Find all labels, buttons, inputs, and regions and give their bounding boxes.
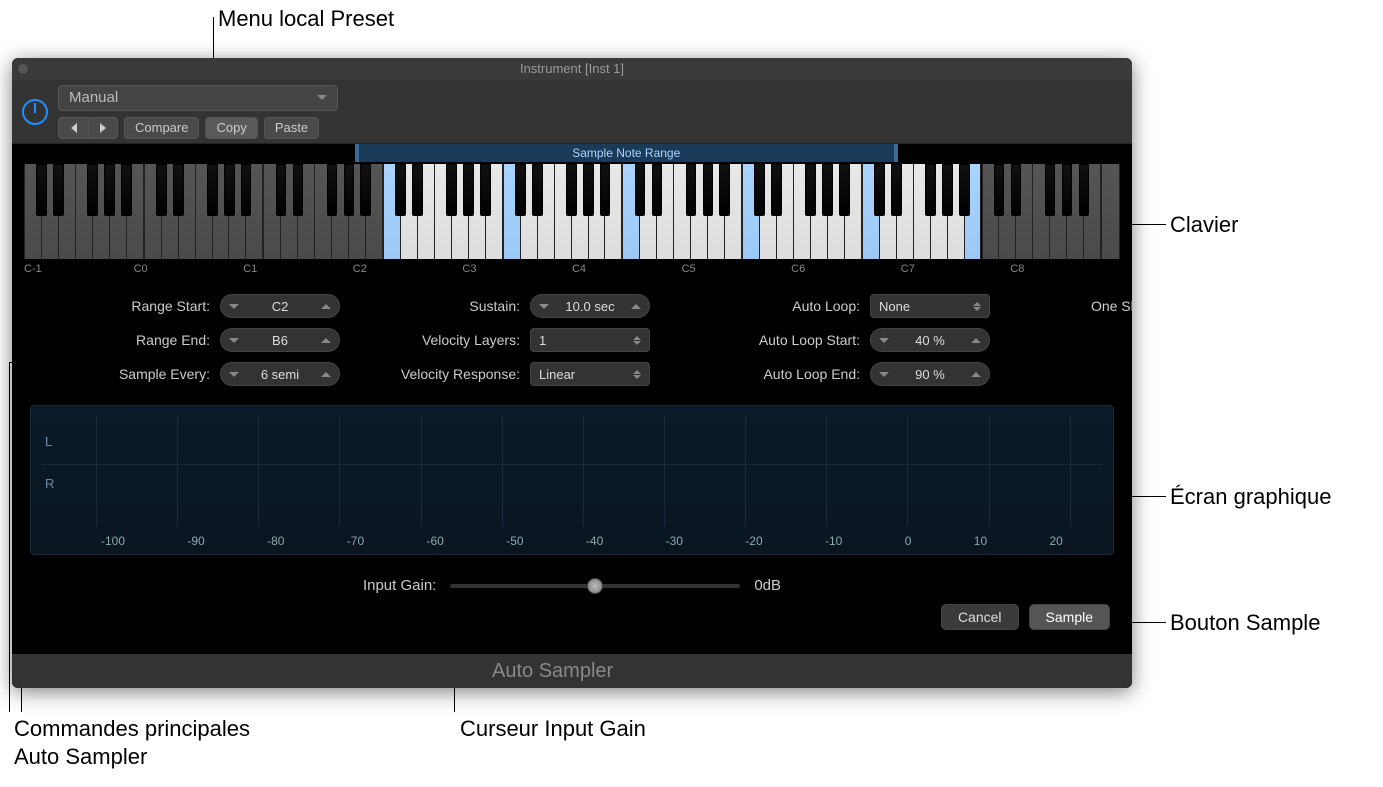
triangle-down-icon [539, 304, 549, 309]
velocity-layers-value: 1 [539, 333, 546, 348]
range-start-stepper[interactable]: C2 [220, 294, 340, 318]
auto-loop-end-value: 90 % [915, 367, 945, 382]
window-title: Instrument [Inst 1] [520, 61, 624, 76]
preset-name: Manual [69, 89, 118, 106]
triangle-left-icon [71, 123, 77, 133]
graphic-display: L R -100-90-80-70-60-50-40-30-20-1001020 [30, 405, 1114, 555]
auto-loop-start-label: Auto Loop Start: [759, 332, 860, 348]
input-gain-value: 0dB [754, 577, 781, 594]
graph-left-label: L [45, 434, 52, 449]
main-controls: Range Start: C2 Sustain: 10.0 sec Auto L… [12, 275, 1132, 397]
range-end-label: Range End: [136, 332, 210, 348]
window-titlebar: Instrument [Inst 1] [12, 58, 1132, 80]
graph-right-label: R [45, 476, 54, 491]
auto-loop-value: None [879, 299, 910, 314]
keyboard[interactable] [24, 164, 1120, 259]
triangle-up-icon [321, 304, 331, 309]
plugin-footer: Auto Sampler [12, 654, 1132, 688]
compare-button[interactable]: Compare [124, 117, 199, 139]
octave-labels: C-1C0C1C2C3C4C5C6C7C8 [24, 263, 1120, 275]
sustain-stepper[interactable]: 10.0 sec [530, 294, 650, 318]
callout-input-gain: Curseur Input Gain [460, 716, 646, 742]
sample-button[interactable]: Sample [1029, 604, 1110, 630]
auto-loop-end-label: Auto Loop End: [763, 366, 860, 382]
plugin-header: Manual Compare Copy Paste [12, 80, 1132, 144]
note-range-active[interactable]: Sample Note Range [355, 144, 898, 162]
callout-keyboard: Clavier [1170, 212, 1238, 238]
note-range-label: Sample Note Range [572, 146, 680, 160]
note-range-bar: Sample Note Range [24, 144, 1120, 162]
graph-midline [41, 464, 1103, 465]
auto-loop-start-stepper[interactable]: 40 % [870, 328, 990, 352]
sustain-label: Sustain: [469, 298, 520, 314]
cancel-button[interactable]: Cancel [941, 604, 1019, 630]
range-start-value: C2 [272, 299, 289, 314]
velocity-response-value: Linear [539, 367, 575, 382]
callout-main-controls-2: Auto Sampler [14, 744, 147, 770]
slider-thumb[interactable] [587, 578, 603, 594]
preset-menu[interactable]: Manual [58, 85, 338, 111]
range-end-value: B6 [272, 333, 288, 348]
input-gain-row: Input Gain: 0dB [12, 563, 1132, 600]
auto-loop-select[interactable]: None [870, 294, 990, 318]
input-gain-label: Input Gain: [363, 577, 436, 594]
callout-sample-button: Bouton Sample [1170, 610, 1320, 636]
velocity-response-label: Velocity Response: [401, 366, 520, 382]
callout-preset-menu: Menu local Preset [218, 6, 394, 32]
plugin-body: Sample Note Range C-1C0C1C2C3C4C5C6C7C8 … [12, 144, 1132, 654]
sample-every-label: Sample Every: [119, 366, 210, 382]
auto-loop-end-stepper[interactable]: 90 % [870, 362, 990, 386]
one-shot-label: One Shot: [1091, 298, 1132, 314]
close-icon[interactable] [18, 64, 28, 74]
paste-button[interactable]: Paste [264, 117, 319, 139]
auto-loop-label: Auto Loop: [792, 298, 860, 314]
range-end-stepper[interactable]: B6 [220, 328, 340, 352]
sample-every-value: 6 semi [261, 367, 299, 382]
velocity-layers-label: Velocity Layers: [422, 332, 520, 348]
footer-title: Auto Sampler [492, 660, 613, 683]
action-row: Cancel Sample [12, 600, 1132, 644]
triangle-up-icon [631, 304, 641, 309]
triangle-down-icon [229, 304, 239, 309]
plugin-window: Instrument [Inst 1] Manual Compare Copy … [12, 58, 1132, 688]
prev-preset-button[interactable] [58, 117, 88, 139]
range-start-label: Range Start: [131, 298, 210, 314]
velocity-layers-select[interactable]: 1 [530, 328, 650, 352]
next-preset-button[interactable] [88, 117, 118, 139]
graph-db-ticks: -100-90-80-70-60-50-40-30-20-1001020 [31, 534, 1113, 548]
auto-loop-start-value: 40 % [915, 333, 945, 348]
copy-button[interactable]: Copy [205, 117, 257, 139]
input-gain-slider[interactable] [450, 584, 740, 588]
velocity-response-select[interactable]: Linear [530, 362, 650, 386]
power-button[interactable] [22, 99, 48, 125]
callout-graphic-display: Écran graphique [1170, 484, 1331, 510]
chevron-down-icon [317, 95, 327, 100]
triangle-right-icon [100, 123, 106, 133]
callout-main-controls-1: Commandes principales [14, 716, 250, 742]
sample-every-stepper[interactable]: 6 semi [220, 362, 340, 386]
callout-line [9, 362, 10, 712]
sustain-value: 10.0 sec [565, 299, 614, 314]
